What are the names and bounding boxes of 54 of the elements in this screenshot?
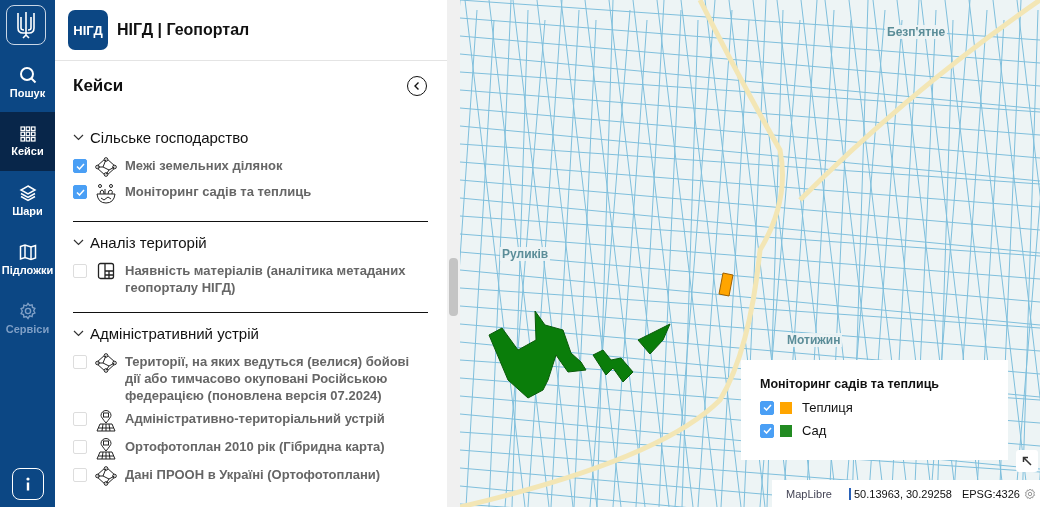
attribution-link[interactable]: MapLibre [777, 487, 841, 500]
expand-button[interactable] [1016, 450, 1038, 472]
nav-item[interactable]: Підложки [0, 230, 55, 289]
logo[interactable]: НІГД [68, 10, 108, 50]
layer-label[interactable]: Ортофотоплан 2010 рік (Гібридна карта) [125, 438, 385, 455]
checkbox[interactable] [73, 159, 87, 173]
legend-label: Теплиця [802, 400, 853, 415]
chevron-icon [73, 134, 84, 141]
legend-label: Сад [802, 423, 827, 438]
info-button[interactable] [11, 468, 44, 500]
network-diagram-icon [95, 466, 117, 486]
nav-item[interactable]: Кейси [0, 112, 55, 171]
layout-icon [97, 262, 115, 280]
map-icon [18, 243, 37, 261]
trident-logo[interactable] [6, 5, 46, 45]
section-header[interactable]: Аналіз територій [73, 234, 207, 251]
layer-label[interactable]: Межі земельних ділянок [125, 157, 283, 174]
place-label: Мотижин [785, 333, 843, 347]
info-icon [24, 476, 31, 492]
layer-label[interactable]: Території, на яких ведуться (велися) бойові дії або тимчасово окуповані Російською федерацією (поновлена версія 07.2024) [125, 353, 428, 404]
search-icon [18, 66, 37, 84]
settings-icon [18, 302, 37, 320]
section-header[interactable]: Сільське господарство [73, 129, 249, 146]
chevron-left-icon [413, 81, 421, 91]
legend-title: Моніторинг садів та теплиць [760, 377, 940, 391]
app-title: НІГД | Геопортал [117, 21, 250, 39]
nav-item[interactable]: Пошук [0, 53, 55, 112]
layer-label[interactable]: Наявність матеріалів (аналітика метаданих геопорталу НІГД) [125, 262, 428, 296]
place-label: Безп'ятне [885, 25, 948, 39]
location-grid-icon [95, 438, 117, 460]
layer-label[interactable]: Моніторинг садів та теплиць [125, 183, 312, 200]
location-grid-icon [95, 410, 117, 432]
expand-arrow-icon [1022, 456, 1032, 466]
network-diagram-icon [95, 353, 117, 373]
layer-label[interactable]: Адміністративно-територіальний устрій [125, 410, 385, 427]
layers-icon [18, 184, 37, 202]
grid-icon [19, 126, 36, 142]
place-label: Руликів [500, 247, 551, 261]
scrollbar-thumb[interactable] [449, 258, 458, 316]
chevron-icon [73, 239, 84, 246]
bowl-plants-icon [95, 183, 117, 205]
network-diagram-icon [95, 157, 117, 177]
chevron-icon [73, 330, 84, 337]
coordinates-text: 50.13963, 30.29258 [849, 487, 952, 500]
nav-item[interactable]: Шари [0, 171, 55, 230]
greenhouse-parcel [718, 272, 734, 297]
checkbox[interactable] [73, 185, 87, 199]
section-header[interactable]: Адміністративний устрій [73, 325, 259, 342]
settings-icon[interactable] [1023, 487, 1036, 500]
panel-heading: Кейси [73, 76, 124, 96]
layer-label[interactable]: Дані ПРООН в Україні (Ортофотоплани) [125, 466, 381, 483]
projection-text: EPSG:4326 [961, 487, 1020, 500]
checkbox[interactable] [760, 400, 774, 415]
checkbox[interactable] [760, 423, 774, 438]
